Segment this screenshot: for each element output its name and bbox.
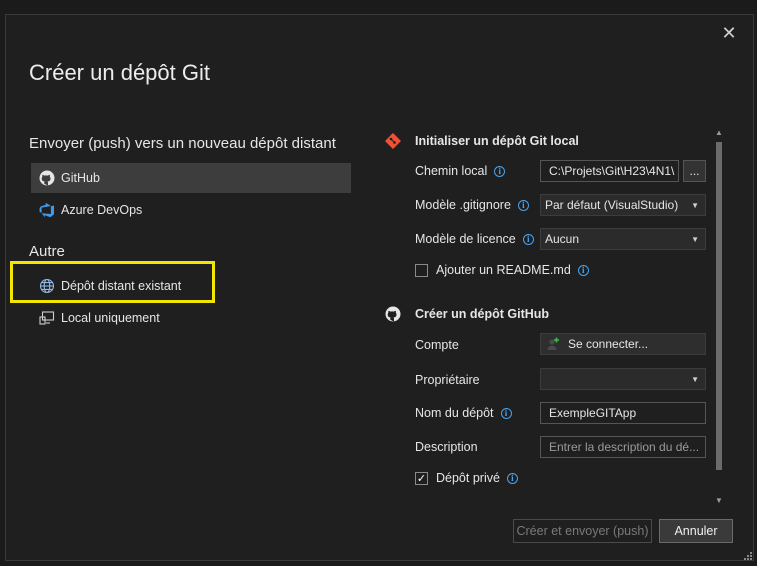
- info-icon[interactable]: i: [500, 407, 512, 419]
- private-repo-checkbox[interactable]: ✓: [415, 471, 428, 485]
- chevron-down-icon: ▼: [691, 234, 699, 244]
- repo-name-input[interactable]: ExempleGITApp: [540, 402, 706, 424]
- nav-item-label: GitHub: [61, 171, 100, 185]
- close-icon[interactable]: ✕: [718, 22, 740, 44]
- local-path-label: Chemin local i: [415, 161, 506, 181]
- github-repo-group-title: Créer un dépôt GitHub: [385, 306, 549, 322]
- nav-item-local-only[interactable]: Local uniquement: [31, 303, 351, 333]
- license-label-text: Modèle de licence: [415, 232, 516, 246]
- highlight-box: [10, 261, 215, 303]
- owner-label: Propriétaire: [415, 373, 480, 387]
- owner-dropdown[interactable]: ▼: [540, 368, 706, 390]
- scrollbar-thumb[interactable]: [716, 142, 722, 470]
- nav-item-github[interactable]: GitHub: [31, 163, 351, 193]
- other-section-heading: Autre: [29, 243, 65, 260]
- local-computer-icon: [39, 310, 55, 326]
- push-section-heading: Envoyer (push) vers un nouveau dépôt dis…: [29, 135, 336, 152]
- chevron-down-icon: ▼: [691, 200, 699, 210]
- dialog-title: Créer un dépôt Git: [29, 60, 210, 85]
- license-dropdown[interactable]: Aucun ▼: [540, 228, 706, 250]
- account-label: Compte: [415, 338, 459, 352]
- info-icon[interactable]: i: [494, 165, 506, 177]
- readme-checkbox[interactable]: [415, 263, 428, 277]
- vertical-scrollbar[interactable]: ▲ ▼: [713, 128, 725, 510]
- gitignore-label-text: Modèle .gitignore: [415, 198, 511, 212]
- chevron-down-icon: ▼: [691, 374, 699, 384]
- description-input[interactable]: Entrer la description du dé...: [540, 436, 706, 458]
- gitignore-label: Modèle .gitignore i: [415, 195, 529, 215]
- repo-name-label-text: Nom du dépôt: [415, 406, 494, 420]
- local-path-label-text: Chemin local: [415, 164, 488, 178]
- create-and-push-button[interactable]: Créer et envoyer (push): [513, 519, 652, 543]
- license-label: Modèle de licence i: [415, 229, 534, 249]
- add-account-icon: [546, 337, 560, 351]
- readme-checkbox-row[interactable]: Ajouter un README.md i: [415, 263, 589, 277]
- cancel-button[interactable]: Annuler: [659, 519, 733, 543]
- nav-item-label: Local uniquement: [61, 311, 160, 325]
- sign-in-label: Se connecter...: [568, 337, 649, 351]
- github-icon: [385, 306, 401, 322]
- info-icon[interactable]: i: [517, 199, 529, 211]
- local-repo-group-title: Initialiser un dépôt Git local: [385, 133, 579, 149]
- azure-devops-icon: [39, 202, 55, 218]
- gitignore-dropdown[interactable]: Par défaut (VisualStudio) ▼: [540, 194, 706, 216]
- github-icon: [39, 170, 55, 186]
- github-repo-title: Créer un dépôt GitHub: [415, 307, 550, 321]
- info-icon[interactable]: i: [577, 264, 589, 276]
- local-repo-title: Initialiser un dépôt Git local: [415, 134, 579, 148]
- description-label: Description: [415, 440, 478, 454]
- scroll-down-icon[interactable]: ▼: [713, 496, 725, 505]
- license-selected-value: Aucun: [545, 232, 580, 246]
- repo-name-label: Nom du dépôt i: [415, 403, 512, 423]
- gitignore-selected-value: Par défaut (VisualStudio): [545, 198, 679, 212]
- git-icon: [385, 133, 401, 149]
- private-repo-label: Dépôt privé: [436, 471, 500, 485]
- private-repo-checkbox-row[interactable]: ✓ Dépôt privé i: [415, 471, 518, 485]
- local-path-input[interactable]: C:\Projets\Git\H23\4N1\: [540, 160, 679, 182]
- info-icon[interactable]: i: [522, 233, 534, 245]
- nav-item-azure-devops[interactable]: Azure DevOps: [31, 195, 351, 225]
- info-icon[interactable]: i: [506, 472, 518, 484]
- sign-in-button[interactable]: Se connecter...: [540, 333, 706, 355]
- nav-item-label: Azure DevOps: [61, 203, 143, 217]
- browse-button[interactable]: ...: [683, 160, 706, 182]
- readme-label: Ajouter un README.md: [436, 263, 571, 277]
- resize-grip-icon[interactable]: [741, 548, 753, 560]
- scroll-up-icon[interactable]: ▲: [713, 128, 725, 137]
